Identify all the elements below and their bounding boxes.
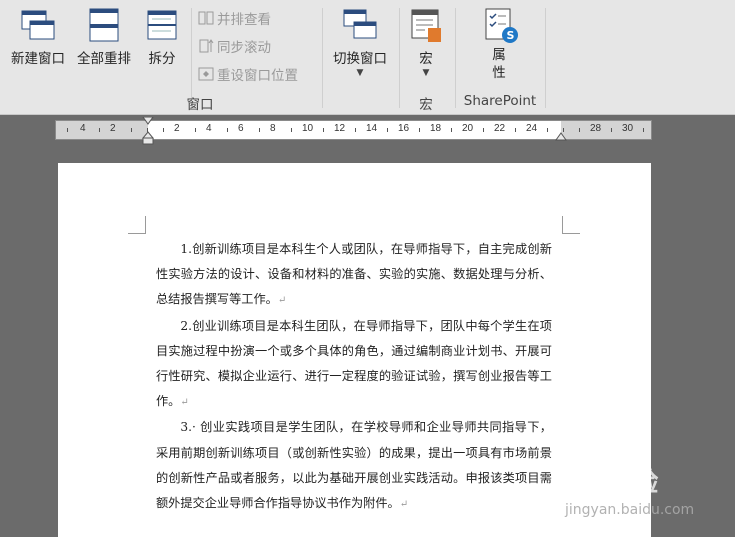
horizontal-ruler[interactable]: 4 2 2 4 6 8 10 12 14 16 18 20 22 24 28 30	[55, 117, 652, 145]
ruler-tick	[99, 128, 100, 132]
ruler-tick	[67, 128, 68, 132]
paragraph-mark: ↵	[180, 397, 189, 409]
baidu-watermark: Bai经验	[560, 468, 659, 498]
ruler-number: 4	[80, 123, 86, 134]
macros-label: 宏	[419, 51, 433, 67]
ruler-number: 16	[398, 123, 410, 134]
arrange-all-icon	[89, 8, 119, 42]
paragraph[interactable]: 3.· 创业实践项目是学生团队，在学校导师和企业导师共同指导下，采用前期创新训练…	[156, 415, 552, 517]
ruler-number: 20	[462, 123, 474, 134]
macros-button[interactable]: 宏 ▼	[403, 8, 449, 78]
ruler-number: 4	[206, 123, 212, 134]
arrange-all-button[interactable]: 全部重排	[72, 8, 136, 68]
paragraph-mark: ↵	[277, 295, 287, 307]
ruler-tick	[163, 128, 164, 132]
paragraph-text: 1.创新训练项目是本科生个人或团队，在导师指导下，自主完成创新性实验方法的设计、…	[156, 242, 552, 307]
macros-group-label: 宏	[419, 97, 433, 113]
properties-button[interactable]: S 属 性	[470, 6, 528, 82]
split-label: 拆分	[148, 51, 176, 67]
paragraph[interactable]: 2.创业训练项目是本科生团队，在导师指导下，团队中每个学生在项目实施过程中扮演一…	[156, 314, 552, 416]
properties-label-2: 性	[492, 65, 506, 81]
ruler-number: 28	[590, 123, 602, 134]
separator	[399, 8, 400, 108]
ruler-tick	[147, 128, 148, 132]
ruler-number: 24	[526, 123, 538, 134]
paragraph-text: 3.· 创业实践项目是学生团队，在学校导师和企业导师共同指导下，采用前期创新训练…	[156, 420, 552, 511]
reset-position-button[interactable]: 重设窗口位置	[198, 64, 298, 84]
ruler-tick	[195, 128, 196, 132]
ruler-tick	[515, 128, 516, 132]
macros-icon	[411, 9, 441, 42]
ruler-number: 8	[270, 123, 276, 134]
ruler-tick	[611, 128, 612, 132]
ruler-tick	[355, 128, 356, 132]
ruler-tick	[259, 128, 260, 132]
side-by-side-label: 并排查看	[217, 12, 271, 28]
reset-position-icon	[198, 67, 214, 81]
switch-window-label: 切换窗口	[333, 51, 387, 67]
ruler-tick	[563, 128, 564, 132]
chevron-down-icon: ▼	[422, 68, 430, 78]
ruler-tick	[579, 128, 580, 132]
ruler-tick	[131, 128, 132, 132]
ruler-tick	[227, 128, 228, 132]
properties-icon: S	[485, 8, 518, 43]
watermark-site: jingyan.baidu.com	[565, 502, 695, 518]
indent-marker-icon[interactable]	[141, 117, 155, 147]
margin-corner-top-left	[128, 216, 146, 234]
chevron-down-icon: ▼	[356, 68, 364, 78]
ribbon: 新建窗口 全部重排 拆分 并排查看 同步滚动 重设窗口位置 切换窗口 ▼ 窗口 …	[0, 0, 735, 115]
properties-label-1: 属	[492, 47, 506, 63]
separator	[545, 8, 546, 108]
new-window-button[interactable]: 新建窗口	[6, 8, 70, 68]
new-window-label: 新建窗口	[11, 51, 65, 67]
ruler-number: 14	[366, 123, 378, 134]
sharepoint-group-label: SharePoint	[463, 93, 537, 109]
ruler-tick	[291, 128, 292, 132]
right-indent-marker-icon[interactable]	[555, 131, 567, 143]
separator	[322, 8, 323, 108]
switch-window-button[interactable]: 切换窗口 ▼	[327, 8, 393, 78]
switch-window-icon	[343, 9, 377, 39]
reset-position-label: 重设窗口位置	[217, 68, 298, 84]
ruler-tick	[547, 128, 548, 132]
ruler-tick	[643, 128, 644, 132]
svg-text:S: S	[507, 29, 515, 42]
paragraph-mark: ↵	[399, 499, 409, 511]
ruler-tick	[451, 128, 452, 132]
split-icon	[147, 10, 177, 40]
side-by-side-button[interactable]: 并排查看	[198, 8, 271, 28]
ruler-number: 30	[622, 123, 634, 134]
split-button[interactable]: 拆分	[140, 8, 184, 68]
ruler-number: 2	[110, 123, 116, 134]
ruler-number: 2	[174, 123, 180, 134]
ruler-number: 18	[430, 123, 442, 134]
sync-scroll-icon	[199, 39, 214, 53]
paragraph[interactable]: 1.创新训练项目是本科生个人或团队，在导师指导下，自主完成创新性实验方法的设计、…	[156, 237, 552, 314]
paragraph-text: 2.创业训练项目是本科生团队，在导师指导下，团队中每个学生在项目实施过程中扮演一…	[156, 318, 552, 409]
sync-scroll-label: 同步滚动	[217, 40, 271, 56]
ruler-number: 22	[494, 123, 506, 134]
sync-scroll-button[interactable]: 同步滚动	[198, 36, 271, 56]
ruler-number: 12	[334, 123, 346, 134]
ruler-tick	[323, 128, 324, 132]
new-window-icon	[21, 10, 55, 40]
ruler-number: 10	[302, 123, 314, 134]
arrange-all-label: 全部重排	[77, 51, 131, 67]
document-body[interactable]: 1.创新训练项目是本科生个人或团队，在导师指导下，自主完成创新性实验方法的设计、…	[156, 237, 552, 517]
margin-corner-top-right	[562, 216, 580, 234]
window-group-label: 窗口	[186, 97, 214, 113]
ruler-tick	[387, 128, 388, 132]
ruler-tick	[483, 128, 484, 132]
ruler-number: 6	[238, 123, 244, 134]
ruler-tick	[419, 128, 420, 132]
side-by-side-icon	[198, 11, 214, 25]
